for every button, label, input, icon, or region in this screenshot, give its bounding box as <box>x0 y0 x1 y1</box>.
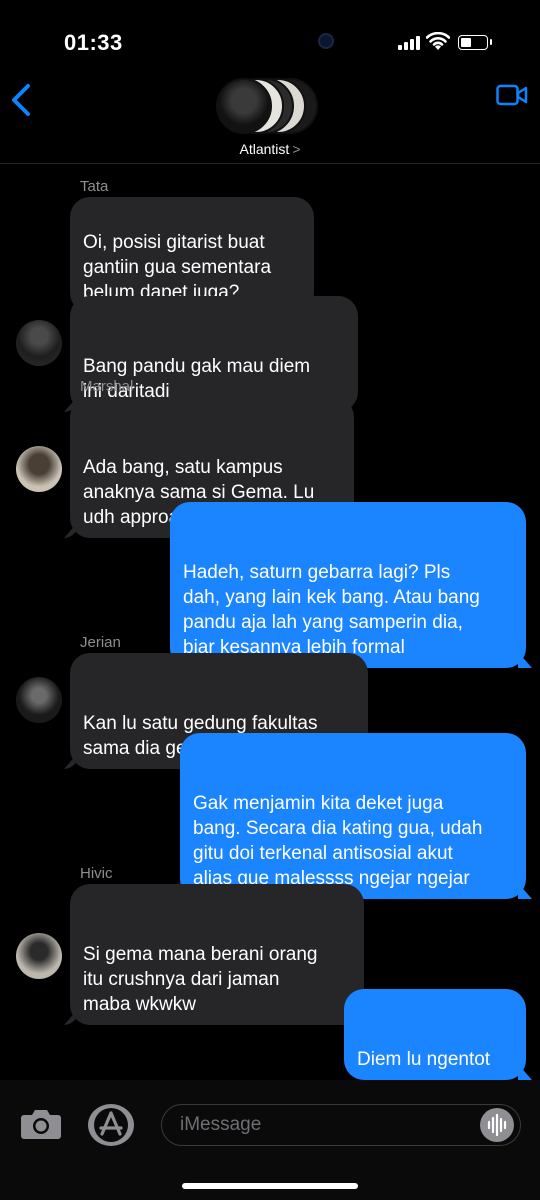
voice-message-button[interactable] <box>480 1108 514 1142</box>
app-store-button[interactable] <box>88 1104 134 1146</box>
sender-name-tata: Tata <box>80 178 109 195</box>
group-name[interactable]: Atlantist > <box>0 141 540 157</box>
cellular-signal-icon <box>398 34 422 50</box>
bubble-tail <box>64 522 78 538</box>
app-store-icon <box>94 1108 128 1142</box>
avatar-jerian[interactable] <box>16 677 62 723</box>
group-avatar-main <box>216 78 272 134</box>
bubble-tail <box>64 1009 78 1025</box>
message-text: Hadeh, saturn gebarra lagi? Pls dah, yan… <box>183 562 480 658</box>
sender-name-hivic: Hivic <box>80 865 113 882</box>
home-indicator[interactable] <box>182 1183 358 1189</box>
bubble-tail <box>64 753 78 769</box>
audio-waveform-icon <box>487 1113 507 1137</box>
bubble-tail <box>518 1064 532 1080</box>
chevron-right-icon: > <box>292 141 301 157</box>
battery-icon <box>458 35 488 50</box>
bubble-tail <box>518 652 532 668</box>
sender-name-jerian: Jerian <box>80 634 121 651</box>
video-call-icon[interactable] <box>496 84 528 106</box>
status-time: 01:33 <box>64 30 123 55</box>
message-outgoing-3[interactable]: Diem lu ngentot <box>344 989 532 1080</box>
message-input-placeholder: iMessage <box>180 1114 262 1135</box>
message-incoming-5[interactable]: Si gema mana berani orang itu crushnya d… <box>64 884 364 1025</box>
message-text: Oi, posisi gitarist buat gantiin gua sem… <box>83 232 272 303</box>
avatar-tata[interactable] <box>16 320 62 366</box>
message-text: Si gema mana berani orang itu crushnya d… <box>83 944 318 1015</box>
wifi-icon <box>426 32 450 50</box>
front-camera-icon <box>318 33 334 49</box>
group-avatars[interactable] <box>216 78 326 136</box>
message-outgoing-1[interactable]: Hadeh, saturn gebarra lagi? Pls dah, yan… <box>170 502 532 668</box>
battery-cap <box>490 39 492 45</box>
group-name-label: Atlantist <box>239 141 290 157</box>
avatar-hivic[interactable] <box>16 933 62 979</box>
camera-icon[interactable] <box>20 1107 62 1141</box>
bubble-tail <box>518 883 532 899</box>
avatar-marshal[interactable] <box>16 446 62 492</box>
back-chevron-icon[interactable] <box>8 80 38 120</box>
message-text: Gak menjamin kita deket juga bang. Secar… <box>193 793 483 889</box>
sender-name-marshal: Marshal <box>80 378 134 395</box>
message-text: Diem lu ngentot <box>357 1049 491 1070</box>
header-divider <box>0 163 540 164</box>
message-outgoing-2[interactable]: Gak menjamin kita deket juga bang. Secar… <box>180 733 532 899</box>
